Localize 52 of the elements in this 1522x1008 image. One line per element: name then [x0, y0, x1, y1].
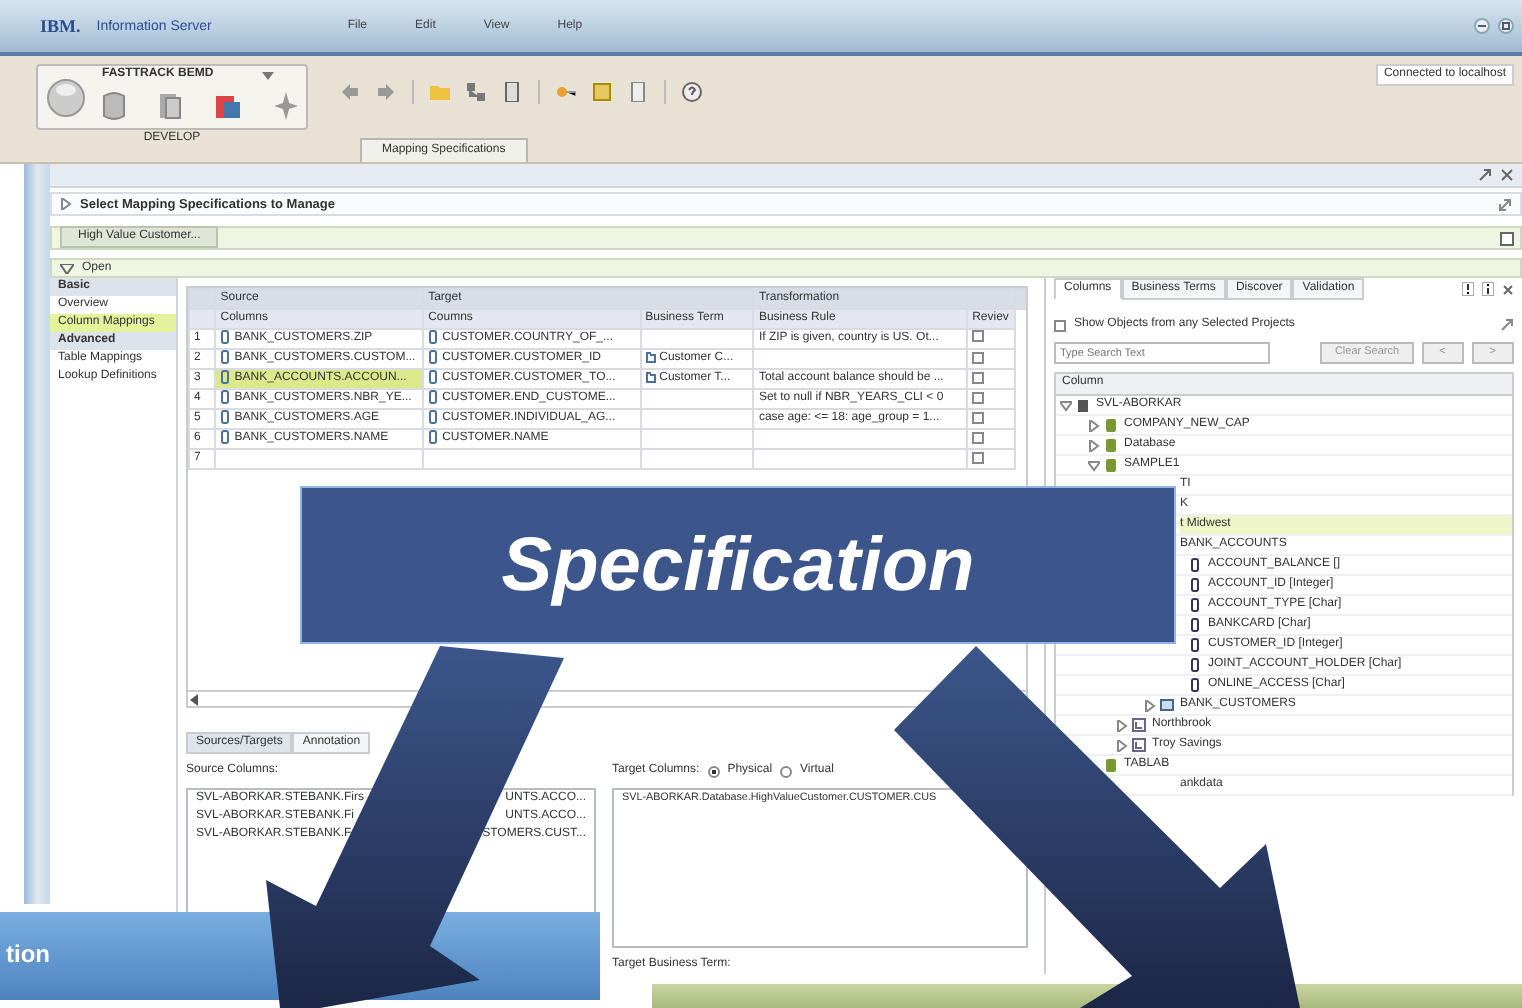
help-icon[interactable] [682, 82, 702, 102]
expand-caret-icon[interactable] [1088, 439, 1100, 451]
pin-icon[interactable] [1478, 168, 1492, 182]
scroll-left-icon[interactable] [188, 693, 200, 705]
refresh-icon[interactable] [1500, 318, 1514, 332]
maximize-icon[interactable] [1498, 18, 1514, 34]
close-icon[interactable] [1502, 282, 1514, 296]
develop-tools-icon[interactable] [214, 92, 242, 120]
database-icon [1104, 758, 1118, 772]
key-icon[interactable] [556, 82, 576, 102]
table-icon [1160, 698, 1174, 712]
review-checkbox[interactable] [972, 411, 985, 424]
expand-caret-icon[interactable] [1144, 699, 1156, 711]
expand-caret-icon[interactable] [1116, 719, 1128, 731]
book-icon[interactable] [592, 82, 612, 102]
callout-text: tion [6, 940, 50, 968]
document-icon[interactable] [502, 82, 522, 102]
alert-icon[interactable] [1462, 282, 1474, 296]
review-checkbox[interactable] [972, 351, 985, 364]
restore-icon[interactable] [1498, 197, 1512, 211]
compass-icon[interactable] [274, 92, 298, 120]
radio-button[interactable] [707, 765, 720, 777]
callout-text: Specification [501, 521, 975, 609]
back-arrow-icon[interactable] [340, 82, 360, 102]
home-orb-icon[interactable] [46, 77, 86, 117]
schema-icon [1132, 738, 1146, 752]
page-icon[interactable] [628, 82, 648, 102]
review-checkbox[interactable] [972, 391, 985, 404]
ibm-logo: IBM. [40, 17, 81, 35]
close-icon[interactable] [1500, 168, 1514, 182]
expand-caret-icon[interactable] [1088, 419, 1100, 431]
dropdown-caret-icon[interactable] [261, 71, 274, 79]
radio-button[interactable] [780, 765, 793, 777]
minimize-icon[interactable] [1474, 18, 1490, 34]
checkbox[interactable] [1054, 319, 1066, 331]
forward-arrow-icon[interactable] [376, 82, 396, 102]
cylinder-icon[interactable] [102, 92, 126, 120]
collapse-caret-icon[interactable] [1060, 399, 1072, 411]
review-checkbox[interactable] [972, 451, 985, 464]
collapse-caret-icon[interactable] [60, 263, 74, 273]
server-icon [1076, 398, 1090, 412]
expand-arrow-icon[interactable] [60, 198, 72, 210]
collapse-caret-icon[interactable] [1088, 459, 1100, 471]
review-checkbox[interactable] [972, 431, 985, 444]
review-checkbox[interactable] [972, 331, 985, 343]
maximize-icon[interactable] [1500, 231, 1514, 245]
diagram-icon[interactable] [466, 82, 486, 102]
review-checkbox[interactable] [972, 371, 985, 384]
info-icon[interactable] [1482, 282, 1494, 296]
schema-icon [1132, 718, 1146, 732]
document-stack-icon[interactable] [158, 92, 182, 120]
expand-caret-icon[interactable] [1116, 739, 1128, 751]
